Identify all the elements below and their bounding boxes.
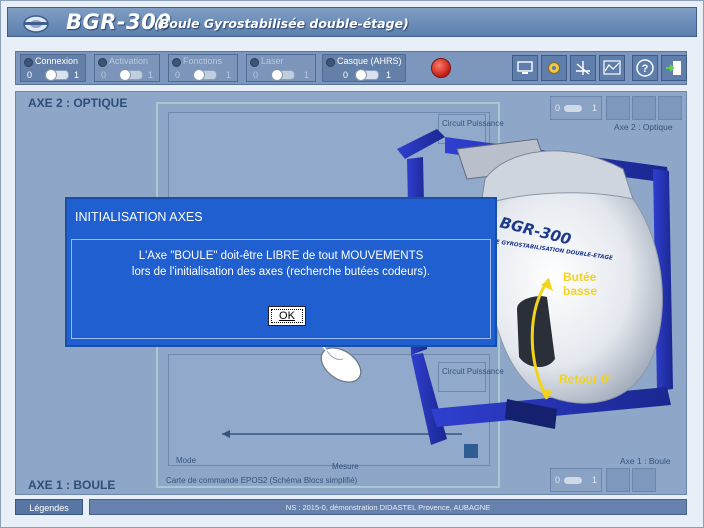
status-led-icon	[172, 58, 181, 67]
ok-button[interactable]: OK	[268, 306, 306, 326]
screen-icon[interactable]	[512, 55, 538, 81]
toggle-value-1: 1	[225, 70, 231, 80]
butee-line: Butée	[563, 270, 597, 284]
application-window: BGR-300 (Boule Gyrostabilisée double-éta…	[0, 0, 704, 528]
dialog-message-line2: lors de l'initialisation des axes (reche…	[131, 266, 431, 278]
svg-text:?: ?	[642, 63, 649, 75]
switch-icon[interactable]	[271, 69, 295, 81]
mesure-label: Mesure	[332, 462, 359, 471]
toggle-label: Casque (AHRS)	[337, 56, 402, 66]
toggle-value-0: 0	[27, 70, 33, 80]
toggle-value-0: 0	[253, 70, 259, 80]
panel-caption: Carte de commande EPOS2 (Schéma Blocs si…	[166, 476, 358, 485]
retour-label: Retour 0°	[559, 372, 613, 386]
butee-basse-label: Butée basse	[563, 270, 600, 298]
toggle-value-1: 1	[303, 70, 309, 80]
exit-icon[interactable]	[661, 55, 687, 81]
mode-label: Mode	[176, 456, 197, 465]
app-subtitle: (Boule Gyrostabilisée double-étage)	[154, 16, 409, 31]
title-bar: BGR-300 (Boule Gyrostabilisée double-éta…	[7, 7, 697, 37]
switch-icon[interactable]	[45, 69, 69, 81]
dialog-title: INITIALISATION AXES	[75, 210, 203, 224]
toggle-value-0: 0	[343, 70, 349, 80]
status-led-icon	[250, 58, 259, 67]
status-bar: NS : 2015-0, démonstration DIDASTEL Prov…	[89, 499, 687, 515]
connexion-toggle[interactable]: Connexion 0 1	[20, 54, 86, 82]
laser-toggle[interactable]: Laser 0 1	[246, 54, 316, 82]
stop-icon[interactable]	[431, 58, 451, 78]
dialog-message-line1: L'Axe "BOULE" doit-être LIBRE de tout MO…	[138, 250, 424, 262]
switch-icon[interactable]	[119, 69, 143, 81]
chart-icon[interactable]	[599, 55, 625, 81]
basse-line: basse	[563, 284, 597, 298]
toggle-value-1: 1	[73, 70, 79, 80]
status-text: NS : 2015-0, démonstration DIDASTEL Prov…	[285, 503, 491, 512]
toggle-value-0: 0	[175, 70, 181, 80]
toggle-value-1: 1	[385, 70, 391, 80]
axes-icon[interactable]	[570, 55, 596, 81]
casque-ahrs-toggle[interactable]: Casque (AHRS) 0 1	[322, 54, 406, 82]
status-led-icon	[326, 58, 335, 67]
toggle-label: Connexion	[35, 56, 79, 66]
help-icon[interactable]: ?	[632, 55, 658, 81]
axis1-title: AXE 1 : BOULE	[28, 478, 116, 492]
toggle-value-1: 1	[147, 70, 153, 80]
toggle-value-0: 0	[101, 70, 107, 80]
toggle-label: Activation	[109, 56, 149, 66]
toggle-label: Laser	[261, 56, 284, 66]
gear-icon[interactable]	[541, 55, 567, 81]
dialog-body: L'Axe "BOULE" doit-être LIBRE de tout MO…	[71, 239, 491, 339]
init-axes-dialog: INITIALISATION AXES L'Axe "BOULE" doit-ê…	[65, 197, 497, 347]
toggle-label: Fonctions	[183, 56, 223, 66]
legends-button[interactable]: Légendes	[15, 499, 83, 515]
switch-icon[interactable]	[355, 69, 379, 81]
fonctions-toggle[interactable]: Fonctions 0 1	[168, 54, 238, 82]
status-led-icon	[24, 58, 33, 67]
switch-icon[interactable]	[193, 69, 217, 81]
status-led-icon	[98, 58, 107, 67]
axis2-title: AXE 2 : OPTIQUE	[28, 96, 128, 110]
activation-toggle[interactable]: Activation 0 1	[94, 54, 160, 82]
app-logo-icon	[23, 15, 49, 33]
toolbar: Connexion 0 1 Activation 0 1 Fonctions 0…	[15, 51, 687, 85]
